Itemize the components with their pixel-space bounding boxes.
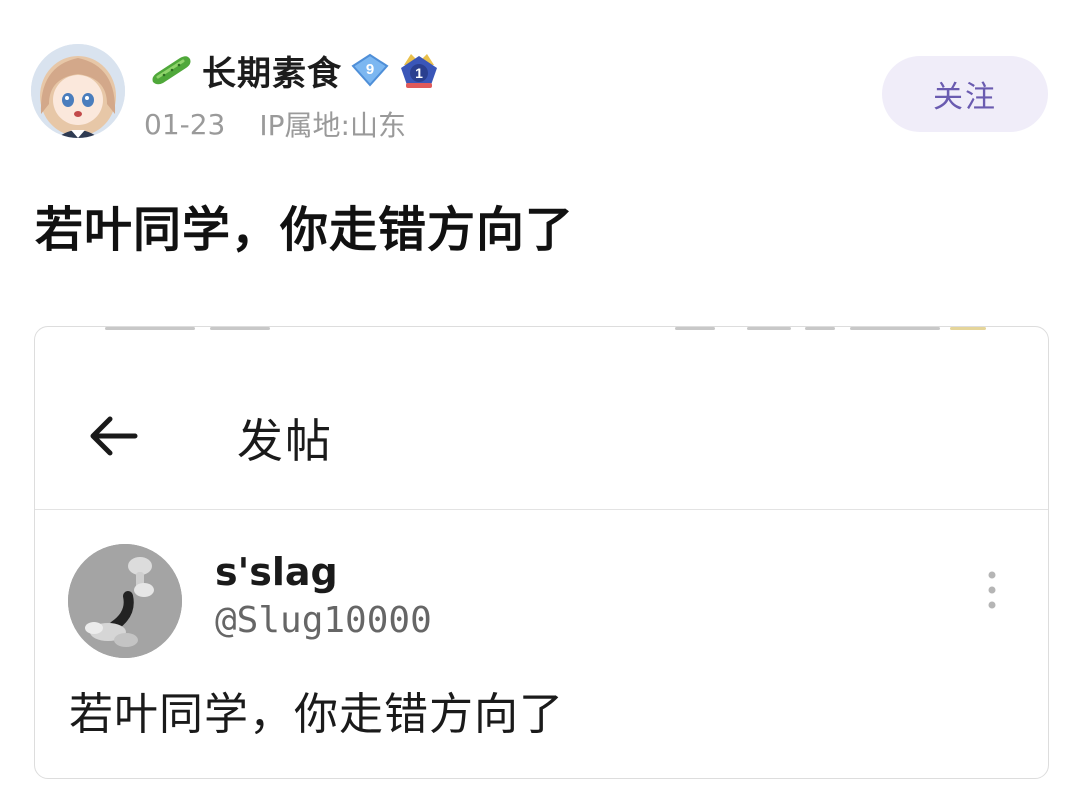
embedded-screenshot[interactable]: 发帖 s'slag @Slug10000 若叶同学，你走错方向了 <box>34 326 1049 779</box>
diamond-level-badge-icon[interactable]: 9 <box>350 52 390 88</box>
rank-crown-badge-icon[interactable]: 1 <box>398 50 440 90</box>
tweet-author-handle[interactable]: @Slug10000 <box>215 600 432 641</box>
tweet[interactable]: s'slag @Slug10000 若叶同学，你走错方向了 <box>35 510 1048 778</box>
post-header: 长期素食 9 1 01-23 IP属地:山东 关注 <box>0 0 1083 160</box>
rank-badge-number: 1 <box>415 65 423 81</box>
follow-button[interactable]: 关注 <box>882 56 1048 132</box>
post-date: 01-23 <box>144 107 226 141</box>
level-badge-number: 9 <box>366 61 374 78</box>
cucumber-icon <box>148 53 194 87</box>
ip-location: IP属地:山东 <box>259 109 406 142</box>
author-name[interactable]: 长期素食 <box>202 46 342 95</box>
back-arrow-icon[interactable] <box>87 413 141 459</box>
embed-page-title: 发帖 <box>237 414 333 468</box>
embed-top-bar: 发帖 <box>35 333 1048 510</box>
author-avatar[interactable] <box>31 44 125 138</box>
post-title: 若叶同学，你走错方向了 <box>35 202 575 258</box>
more-vertical-icon[interactable] <box>979 568 1005 614</box>
tweet-author-name[interactable]: s'slag <box>215 550 338 594</box>
tweet-text: 若叶同学，你走错方向了 <box>69 689 564 740</box>
post-meta: 01-23 IP属地:山东 <box>144 104 406 144</box>
author-name-row: 长期素食 9 1 <box>148 46 440 95</box>
post-page: 长期素食 9 1 01-23 IP属地:山东 关注 若叶同学，你走错方向了 发帖… <box>0 0 1083 810</box>
tweet-avatar[interactable] <box>68 544 182 658</box>
